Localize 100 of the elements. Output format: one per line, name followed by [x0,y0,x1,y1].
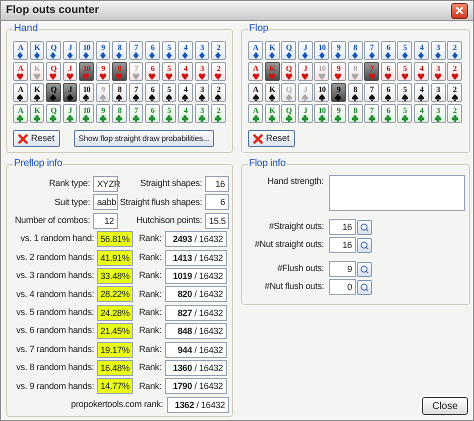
playing-card[interactable]: A [248,104,263,123]
search-button[interactable] [357,262,372,276]
playing-card[interactable]: J [62,83,78,102]
playing-card[interactable]: 10 [314,104,330,123]
playing-card[interactable]: 4 [414,62,429,81]
playing-card[interactable]: Q [281,41,296,60]
playing-card[interactable]: 7 [128,41,144,60]
playing-card[interactable]: 8 [112,83,127,102]
playing-card[interactable]: 2 [211,104,226,123]
playing-card[interactable]: 8 [112,41,127,60]
playing-card[interactable]: A [13,41,28,60]
playing-card[interactable]: Q [46,83,61,102]
playing-card[interactable]: 4 [414,83,429,102]
playing-card[interactable]: 5 [162,62,176,81]
playing-card[interactable]: 8 [348,83,363,102]
playing-card[interactable]: 6 [380,62,396,81]
playing-card[interactable]: 7 [364,104,380,123]
probabilities-button[interactable]: Show flop straight draw probabilities... [74,130,214,147]
playing-card[interactable]: Q [281,104,296,123]
playing-card[interactable]: 2 [447,83,462,102]
playing-card[interactable]: 2 [211,62,226,81]
playing-card[interactable]: 5 [397,104,412,123]
playing-card[interactable]: 2 [447,104,462,123]
playing-card[interactable]: A [13,62,28,81]
playing-card[interactable]: 9 [96,62,110,81]
playing-card[interactable]: 10 [314,41,330,60]
playing-card[interactable]: 4 [414,104,429,123]
search-button[interactable] [357,220,372,234]
search-button[interactable] [357,238,372,252]
playing-card[interactable]: A [13,83,28,102]
playing-card[interactable]: 10 [79,83,94,102]
playing-card[interactable]: 5 [397,83,412,102]
playing-card[interactable]: 3 [194,104,210,123]
playing-card[interactable]: 7 [364,41,380,60]
playing-card[interactable]: 6 [380,104,396,123]
playing-card[interactable]: 3 [430,62,446,81]
playing-card[interactable]: A [13,104,28,123]
playing-card[interactable]: 10 [314,83,330,102]
close-dialog-button[interactable]: Close [422,397,468,415]
hand-strength-field[interactable] [328,175,465,211]
playing-card[interactable]: 6 [145,83,160,102]
playing-card[interactable]: 9 [330,83,346,102]
playing-card[interactable]: 2 [211,83,226,102]
reset-button[interactable]: Reset [13,130,60,147]
playing-card[interactable]: A [248,83,263,102]
playing-card[interactable]: 3 [430,104,446,123]
playing-card[interactable]: 9 [330,62,346,81]
playing-card[interactable]: 10 [79,104,94,123]
playing-card[interactable]: J [62,104,78,123]
playing-card[interactable]: K [264,83,280,102]
playing-card[interactable]: 6 [380,83,396,102]
playing-card[interactable]: 5 [397,62,412,81]
playing-card[interactable]: 2 [447,41,462,60]
playing-card[interactable]: 8 [348,104,363,123]
playing-card[interactable]: Q [46,104,61,123]
playing-card[interactable]: 2 [447,62,462,81]
playing-card[interactable]: 6 [380,41,396,60]
playing-card[interactable]: Q [46,62,61,81]
playing-card[interactable]: J [298,104,313,123]
playing-card[interactable]: J [298,41,313,60]
playing-card[interactable]: 4 [178,83,193,102]
playing-card[interactable]: Q [281,62,296,81]
close-button[interactable] [451,2,468,18]
playing-card[interactable]: 7 [128,104,144,123]
playing-card[interactable]: J [62,41,78,60]
playing-card[interactable]: 4 [178,62,193,81]
playing-card[interactable]: Q [46,41,61,60]
playing-card[interactable]: 5 [162,41,176,60]
playing-card[interactable]: 2 [211,41,226,60]
playing-card[interactable]: J [298,62,313,81]
playing-card[interactable]: 7 [128,83,144,102]
playing-card[interactable]: A [248,62,263,81]
playing-card[interactable]: 3 [430,83,446,102]
playing-card[interactable]: 5 [162,104,176,123]
playing-card[interactable]: 4 [178,41,193,60]
playing-card[interactable]: 4 [178,104,193,123]
playing-card[interactable]: 9 [96,104,110,123]
playing-card[interactable]: K [264,104,280,123]
playing-card[interactable]: 3 [194,62,210,81]
playing-card[interactable]: 3 [194,41,210,60]
playing-card[interactable]: A [248,41,263,60]
playing-card[interactable]: 8 [112,104,127,123]
playing-card[interactable]: 4 [414,41,429,60]
playing-card[interactable]: 5 [162,83,176,102]
playing-card[interactable]: 6 [145,41,160,60]
playing-card[interactable]: K [30,104,44,123]
playing-card[interactable]: K [264,41,280,60]
playing-card[interactable]: 9 [330,104,346,123]
playing-card[interactable]: 10 [79,41,94,60]
playing-card[interactable]: 6 [145,104,160,123]
playing-card[interactable]: 6 [145,62,160,81]
playing-card[interactable]: 8 [348,41,363,60]
reset-button[interactable]: Reset [248,130,295,147]
playing-card[interactable]: 9 [96,41,110,60]
playing-card[interactable]: J [62,62,78,81]
playing-card[interactable]: 7 [364,83,380,102]
playing-card[interactable]: 3 [430,41,446,60]
playing-card[interactable]: 3 [194,83,210,102]
playing-card[interactable]: K [30,83,44,102]
playing-card[interactable]: 5 [397,41,412,60]
